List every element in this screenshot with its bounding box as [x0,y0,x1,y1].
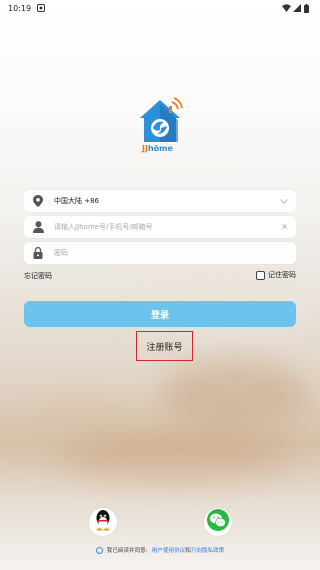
region-selector[interactable]: 中国大陆 +86 [24,190,296,212]
logo-wordmark: JJhōme [142,144,173,153]
user-icon [32,221,44,233]
wechat-login-button[interactable] [204,508,232,536]
wifi-icon [282,4,291,12]
lock-icon [32,247,44,259]
privacy-link[interactable]: 万向隐私政策 [191,546,225,554]
background-blur [60,430,290,480]
signal-icon [293,4,301,12]
status-bar: 10:19 [0,0,320,16]
remember-label: 记住密码 [268,271,296,279]
terms-link[interactable]: 用户使用协议 [152,546,186,554]
clear-icon[interactable]: × [281,223,288,231]
forgot-password-link[interactable]: 忘记密码 [24,271,52,281]
region-label: 中国大陆 +86 [54,197,99,205]
battery-icon [304,4,312,13]
qq-login-button[interactable] [89,508,117,536]
status-time: 10:19 [8,3,32,13]
remember-password-toggle[interactable]: 记住密码 [256,270,296,280]
agreement-radio[interactable] [95,546,103,554]
password-field[interactable]: 密码 [24,242,296,264]
agreement-prefix: 我已阅读并同意: [106,548,148,554]
app-logo: JJhōme [136,96,184,158]
remember-checkbox[interactable] [256,270,265,280]
login-button[interactable]: 登录 [24,301,296,327]
qq-icon [93,509,113,535]
password-placeholder: 密码 [54,249,68,257]
wechat-icon [206,509,230,535]
chevron-down-icon[interactable] [279,197,288,206]
username-field[interactable]: 请输入JJhome号/手机号/邮箱号 × [24,216,296,238]
register-link[interactable]: 注册账号 [136,331,193,361]
background-blur [160,360,310,430]
agreement-row: 我已阅读并同意: 用户使用协议 和 万向隐私政策 [0,546,320,554]
sync-icon [37,4,46,12]
username-placeholder: 请输入JJhome号/手机号/邮箱号 [54,223,153,231]
location-pin-icon [32,195,44,207]
